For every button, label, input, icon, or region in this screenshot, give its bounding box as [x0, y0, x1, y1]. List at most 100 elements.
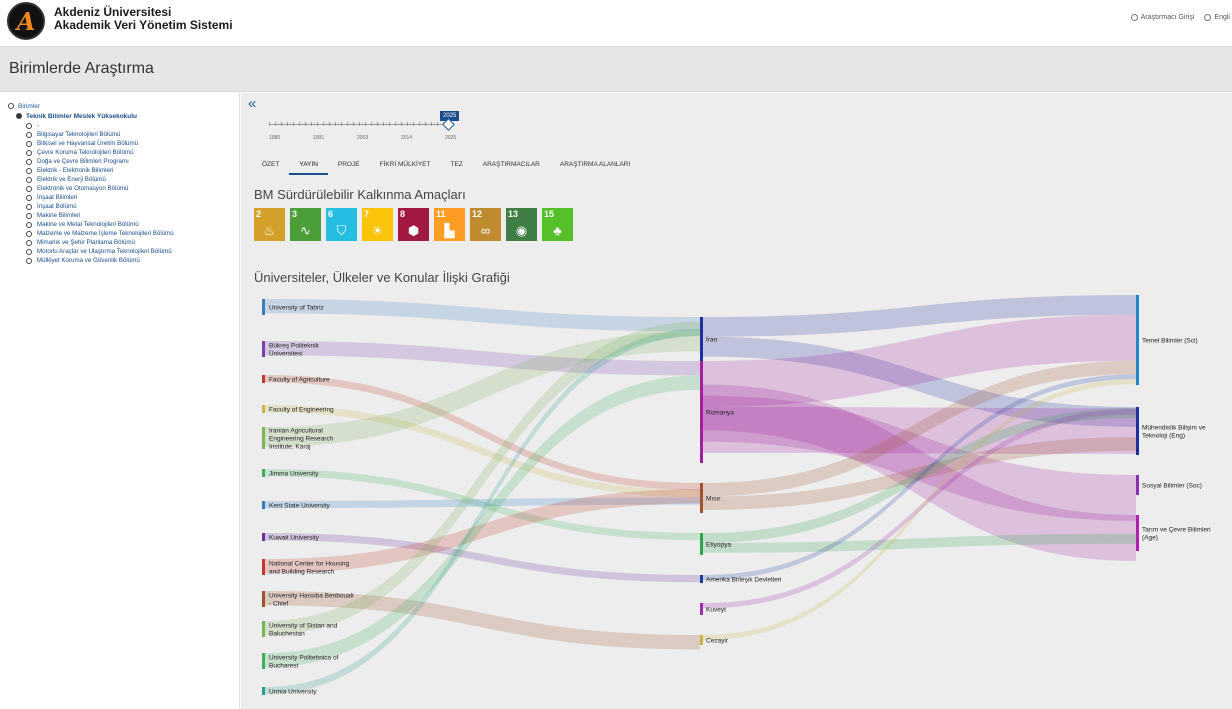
tree-item[interactable]: Makine Bilimleri [26, 211, 239, 220]
sankey-node[interactable] [262, 299, 265, 315]
tree-item-label: Doğa ve Çevre Bilimleri Programı [37, 158, 129, 165]
timeline-tick [335, 122, 336, 126]
sdg-goal-icon: ◉ [515, 223, 528, 238]
sankey-node[interactable] [262, 559, 265, 575]
sankey-node[interactable] [1136, 295, 1139, 385]
sankey-node[interactable] [1136, 515, 1139, 551]
language-label: Engli [1214, 14, 1230, 21]
tab-4[interactable]: TEZ [441, 157, 473, 175]
sdg-goal-tile[interactable]: 13 ◉ [506, 208, 537, 241]
tree-item[interactable]: Doğa ve Çevre Bilimleri Programı [26, 157, 239, 166]
brand-title[interactable]: Akdeniz Üniversitesi Akademik Veri Yönet… [54, 6, 233, 32]
sankey-node[interactable] [700, 635, 703, 645]
tree-item[interactable]: Makine ve Metal Teknolojileri Bölümü [26, 220, 239, 229]
sankey-node[interactable] [700, 483, 703, 513]
tree-item[interactable]: Elektronik ve Otomasyon Bölümü [26, 184, 239, 193]
sdg-goal-tile[interactable]: 11 ▙ [434, 208, 465, 241]
radio-icon [26, 257, 32, 264]
tree-item[interactable]: İnşaat Bilimleri [26, 193, 239, 202]
timeline-tick [365, 122, 366, 126]
tree-item[interactable]: - [26, 121, 239, 130]
tab-3[interactable]: FİKRİ MÜLKİYET [370, 157, 441, 175]
sdg-goal-tile[interactable]: 7 ☀ [362, 208, 393, 241]
sdg-goal-tile[interactable]: 6 ⛉ [326, 208, 357, 241]
tree-item[interactable]: Çevre Koruma Teknolojileri Bölümü [26, 148, 239, 157]
tree-item[interactable]: Elektrik - Elektronik Bilimleri [26, 166, 239, 175]
sankey-node-label: İran [706, 335, 718, 344]
sankey-node[interactable] [700, 603, 703, 615]
sankey-node[interactable] [262, 469, 265, 477]
sankey-node[interactable] [262, 653, 265, 669]
brand-line-2: Akademik Veri Yönetim Sistemi [54, 18, 233, 32]
sankey-node[interactable] [1136, 407, 1139, 455]
university-logo[interactable]: A [7, 2, 45, 40]
page-title: Birimlerde Araştırma [9, 60, 154, 77]
tree-item[interactable]: Mülkiyet Koruma ve Güvenlik Bölümü [26, 256, 239, 265]
unit-tree-sidebar: Birimler Teknik Bilimler Meslek Yüksekok… [0, 93, 240, 709]
radio-icon [26, 230, 32, 237]
tree-item-label: Makine Bilimleri [37, 212, 81, 219]
sankey-node-label: University of Tabriz [269, 305, 324, 312]
sankey-node[interactable] [262, 687, 265, 695]
sdg-goal-tile[interactable]: 15 ♣ [542, 208, 573, 241]
sankey-node[interactable] [700, 361, 703, 463]
sankey-node[interactable] [262, 341, 265, 357]
sankey-node-label: Mısır [706, 496, 721, 503]
tree-item[interactable]: İnşaat Bölümü [26, 202, 239, 211]
sdg-goal-number: 7 [364, 209, 370, 219]
tree-item[interactable]: Bitkisel ve Hayvansal Üretim Bölümü [26, 139, 239, 148]
timeline-tick [299, 122, 300, 126]
collapse-sidebar-button[interactable]: « [248, 96, 256, 111]
main-content: « 2025 1980 1991 2003 2014 2025 ÖZET YAYIN PRO… [241, 93, 1232, 709]
timeline-tick [293, 122, 294, 126]
tree-item[interactable]: Bilgisayar Teknolojileri Bölümü [26, 130, 239, 139]
sankey-node-label: Faculty of Engineering [269, 407, 334, 414]
year-timeline-slider[interactable]: 2025 1980 1991 2003 2014 2025 [269, 111, 469, 149]
sankey-node[interactable] [700, 575, 703, 583]
tab-bar: ÖZET YAYIN PROJE FİKRİ MÜLKİYET TEZ ARAŞTIRMA… [252, 157, 640, 175]
radio-icon [26, 176, 32, 183]
top-links: Araştırmacı Girişi Engli [1130, 14, 1230, 21]
sdg-goal-icon: ⛉ [336, 223, 347, 238]
relation-sankey-chart: University of TabrizBükreş Politeknik Üni… [262, 295, 1211, 696]
language-link[interactable]: Engli [1204, 14, 1230, 21]
sankey-node[interactable] [700, 317, 703, 361]
timeline-tick [413, 122, 414, 126]
sdg-goal-tile[interactable]: 2 ♨ [254, 208, 285, 241]
researcher-login-link[interactable]: Araştırmacı Girişi [1130, 14, 1194, 21]
timeline-tick [377, 122, 378, 126]
tab-6[interactable]: ARAŞTIRMA ALANLARI [550, 157, 640, 175]
sankey-node[interactable] [262, 405, 265, 413]
tree-item[interactable]: Elektrik ve Enerji Bölümü [26, 175, 239, 184]
tree-root[interactable]: Birimler [8, 101, 239, 111]
tab-2[interactable]: PROJE [328, 157, 370, 175]
tab-5[interactable]: ARAŞTIRMACILAR [473, 157, 550, 175]
top-bar: A Akdeniz Üniversitesi Akademik Veri Yön… [0, 0, 1232, 45]
sdg-goal-tile[interactable]: 3 ∿ [290, 208, 321, 241]
tab-1[interactable]: YAYIN [289, 157, 328, 175]
tab-0[interactable]: ÖZET [252, 157, 289, 175]
sankey-node[interactable] [1136, 475, 1139, 495]
tree-item-label: Mülkiyet Koruma ve Güvenlik Bölümü [37, 257, 140, 264]
sdg-goal-tile[interactable]: 12 ∞ [470, 208, 501, 241]
tree-item-label: Bilgisayar Teknolojileri Bölümü [37, 131, 121, 138]
sdg-goal-tile[interactable]: 8 ⬢ [398, 208, 429, 241]
sankey-link[interactable] [265, 299, 700, 332]
radio-icon [26, 203, 32, 210]
timeline-tick [359, 122, 360, 126]
timeline-tick [269, 122, 270, 126]
sankey-node[interactable] [262, 375, 265, 383]
sankey-node[interactable] [262, 533, 265, 541]
sankey-node[interactable] [262, 591, 265, 607]
tree-unit-selected[interactable]: Teknik Bilimler Meslek Yüksekokulu [16, 111, 239, 121]
tree-item-label: - [37, 122, 40, 129]
tree-item[interactable]: Malzeme ve Malzeme İşleme Teknolojileri … [26, 229, 239, 238]
tree-item[interactable]: Motorlu Araçlar ve Ulaştırma Teknolojile… [26, 247, 239, 256]
sankey-node[interactable] [700, 533, 703, 555]
sankey-node[interactable] [262, 621, 265, 637]
tree-item[interactable]: Mimarlık ve Şehir Planlama Bölümü [26, 238, 239, 247]
radio-icon [26, 158, 32, 165]
sdg-goal-number: 15 [544, 209, 555, 219]
sankey-node[interactable] [262, 427, 265, 449]
sankey-node[interactable] [262, 501, 265, 509]
